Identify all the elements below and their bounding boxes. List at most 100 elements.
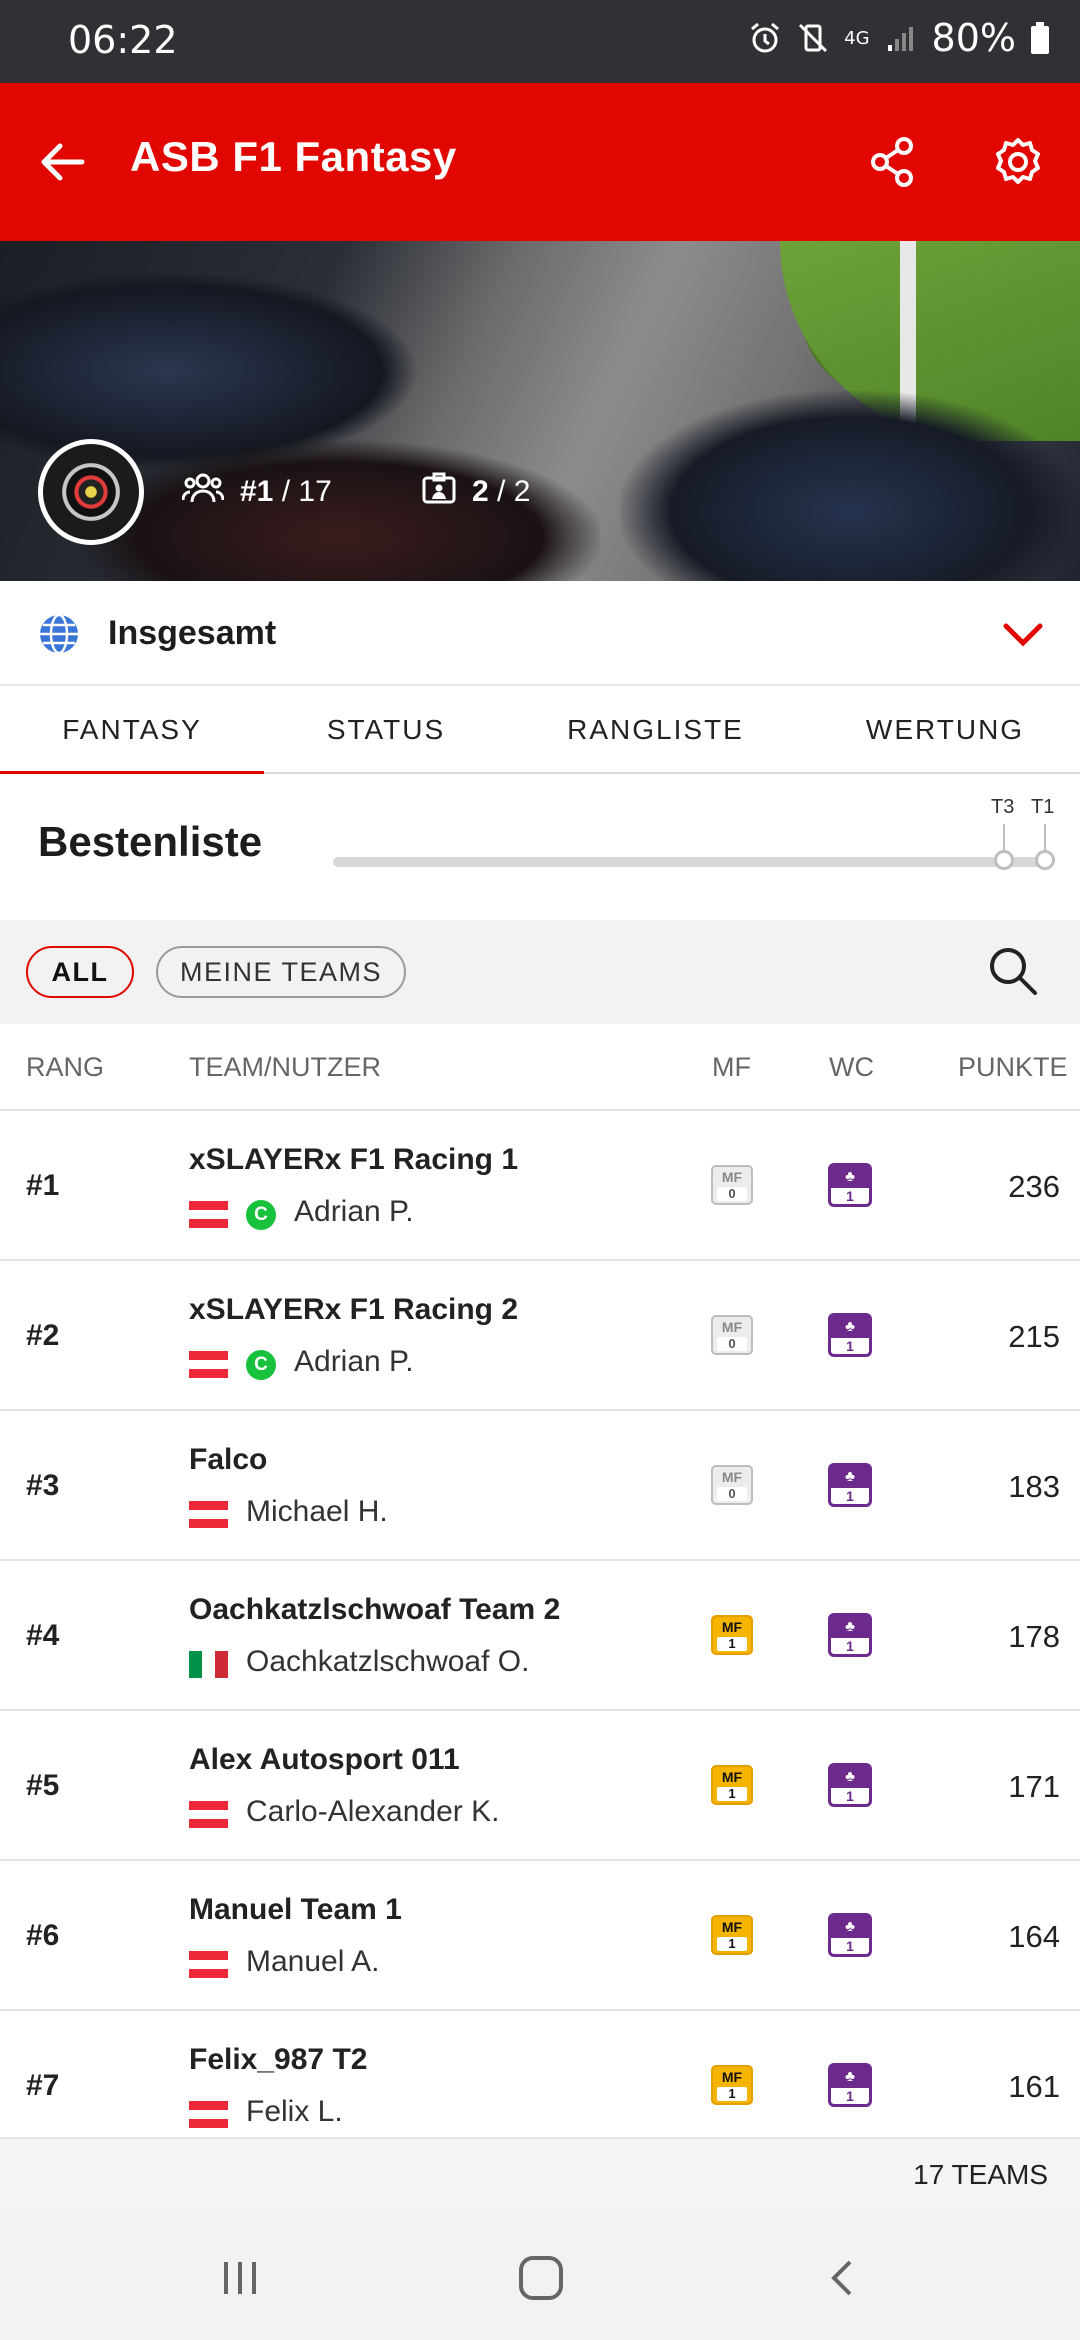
mf-chip-count: 1: [717, 1787, 747, 1801]
row-rank: #3: [26, 1469, 60, 1502]
row-points: 164: [1008, 1919, 1060, 1954]
row-user-name: Felix L.: [246, 2095, 343, 2128]
mf-chip-count: 1: [717, 1637, 747, 1651]
globe-icon: [38, 613, 80, 655]
search-icon[interactable]: [986, 944, 1040, 1003]
mf-chip-label: MF: [721, 1319, 743, 1335]
wildcard-chip-icon: ♣ 1: [828, 1463, 872, 1507]
column-wc: WC: [829, 1052, 874, 1082]
status-bar: 06:22 4G 80%: [0, 0, 1080, 83]
league-teams-stat: 2 / 2: [422, 472, 530, 512]
wildcard-symbol-icon: ♣: [831, 1616, 869, 1638]
table-row[interactable]: #6 Manuel Team 1 Manuel A. MF 1 ♣ 1 164: [0, 1861, 1080, 2011]
wc-chip-count: 1: [846, 1188, 854, 1204]
team-count: 17 TEAMS: [913, 2159, 1048, 2190]
table-row[interactable]: #2 xSLAYERx F1 Racing 2 C Adrian P. MF 0 ♣ 1 215: [0, 1261, 1080, 1411]
wildcard-chip-icon: ♣ 1: [828, 2063, 872, 2107]
mega-fantasy-chip-icon: MF 1: [711, 2065, 753, 2105]
captain-badge: C: [246, 1200, 276, 1230]
mf-chip-label: MF: [721, 1469, 743, 1485]
filter-all-chip[interactable]: ALL: [26, 946, 134, 998]
row-user-name: Manuel A.: [246, 1945, 380, 1978]
tab-status[interactable]: STATUS: [264, 686, 508, 774]
signal-icon: [884, 21, 918, 55]
vibrate-off-icon: [796, 21, 830, 55]
row-team-name: xSLAYERx F1 Racing 2: [189, 1293, 519, 1326]
app-bar: ASB F1 Fantasy: [0, 83, 1080, 241]
row-user-name: Adrian P.: [294, 1345, 414, 1378]
tab-rangliste[interactable]: RANGLISTE: [528, 686, 783, 774]
flag-austria-icon: [189, 2101, 228, 2128]
system-nav-bar: [0, 2214, 1080, 2340]
table-row[interactable]: #4 Oachkatzlschwoaf Team 2 Oachkatzlschwoa…: [0, 1561, 1080, 1711]
table-row[interactable]: #3 Falco Michael H. MF 0 ♣ 1 183: [0, 1411, 1080, 1561]
user-rank-total: / 17: [281, 475, 332, 508]
slider-knob-t1[interactable]: [1035, 850, 1055, 870]
wildcard-chip-icon: ♣ 1: [828, 1913, 872, 1957]
row-points: 171: [1008, 1769, 1060, 1804]
chevron-down-icon[interactable]: [1000, 614, 1046, 654]
wc-chip-count: 1: [846, 1938, 854, 1954]
flag-austria-icon: [189, 1501, 228, 1528]
column-rank: RANG: [26, 1052, 105, 1082]
league-name: Insgesamt: [108, 614, 277, 652]
users-icon: [181, 472, 225, 512]
back-icon[interactable]: [814, 2250, 874, 2306]
flag-austria-icon: [189, 1951, 228, 1978]
wc-chip-count: 1: [846, 2088, 854, 2104]
tab-bar: FANTASY STATUS RANGLISTE WERTUNG: [0, 686, 1080, 776]
flag-austria-icon: [189, 1801, 228, 1828]
table-row[interactable]: #5 Alex Autosport 011 Carlo-Alexander K. MF…: [0, 1711, 1080, 1861]
flag-austria-icon: [189, 1201, 228, 1228]
back-arrow-icon[interactable]: [28, 128, 96, 196]
filter-my-teams-chip[interactable]: MEINE TEAMS: [156, 946, 406, 998]
hero-car: [620, 391, 1080, 581]
table-row[interactable]: #1 xSLAYERx F1 Racing 1 C Adrian P. MF 0 ♣ 1 236: [0, 1111, 1080, 1261]
status-icons: 4G 80%: [748, 16, 1050, 60]
table-header: RANG TEAM/NUTZER MF WC PUNKTE: [0, 1024, 1080, 1111]
league-hero-banner: #1 / 17 2 / 2: [0, 241, 1080, 581]
tab-wertung[interactable]: WERTUNG: [820, 686, 1070, 774]
row-points: 236: [1008, 1169, 1060, 1204]
slider-tick: [1044, 824, 1046, 852]
mega-fantasy-chip-icon: MF 1: [711, 1615, 753, 1655]
row-team-name: Manuel Team 1: [189, 1893, 402, 1926]
league-avatar[interactable]: [38, 439, 144, 545]
row-points: 178: [1008, 1619, 1060, 1654]
wildcard-chip-icon: ♣ 1: [828, 1613, 872, 1657]
table-row[interactable]: #7 Felix_987 T2 Felix L. MF 1 ♣ 1 161: [0, 2011, 1080, 2139]
row-rank: #6: [26, 1919, 60, 1952]
row-rank: #2: [26, 1319, 60, 1352]
mf-chip-count: 1: [717, 2087, 747, 2101]
mf-chip-label: MF: [721, 1919, 743, 1935]
row-rank: #7: [26, 2069, 60, 2102]
battery-icon: [1030, 21, 1050, 55]
mf-chip-count: 1: [717, 1937, 747, 1951]
row-team-name: Felix_987 T2: [189, 2043, 368, 2076]
row-user-name: Michael H.: [246, 1495, 388, 1528]
filter-bar: ALL MEINE TEAMS: [0, 920, 1080, 1024]
mf-chip-count: 0: [717, 1337, 747, 1351]
row-points: 215: [1008, 1319, 1060, 1354]
teams-current: 2: [472, 475, 489, 508]
league-rank-stat: #1 / 17: [181, 472, 332, 512]
row-team-name: Alex Autosport 011: [189, 1743, 460, 1776]
league-selector[interactable]: Insgesamt: [0, 581, 1080, 686]
row-user-name: Adrian P.: [294, 1195, 414, 1228]
flag-italy-icon: [189, 1651, 228, 1678]
slider-knob-t3[interactable]: [994, 850, 1014, 870]
recent-apps-icon[interactable]: [210, 2250, 270, 2306]
wc-chip-count: 1: [846, 1638, 854, 1654]
column-team: TEAM/NUTZER: [189, 1052, 381, 1082]
teams-total: / 2: [497, 475, 531, 508]
wc-chip-count: 1: [846, 1788, 854, 1804]
team-slider-track[interactable]: [333, 857, 1048, 867]
battery-percent: 80%: [931, 16, 1016, 60]
tab-fantasy[interactable]: FANTASY: [0, 686, 264, 776]
wildcard-symbol-icon: ♣: [831, 2066, 869, 2088]
share-icon[interactable]: [858, 128, 926, 196]
home-icon[interactable]: [511, 2250, 571, 2306]
mf-chip-label: MF: [721, 1169, 743, 1185]
gear-icon[interactable]: [984, 128, 1052, 196]
column-mf: MF: [712, 1052, 751, 1082]
